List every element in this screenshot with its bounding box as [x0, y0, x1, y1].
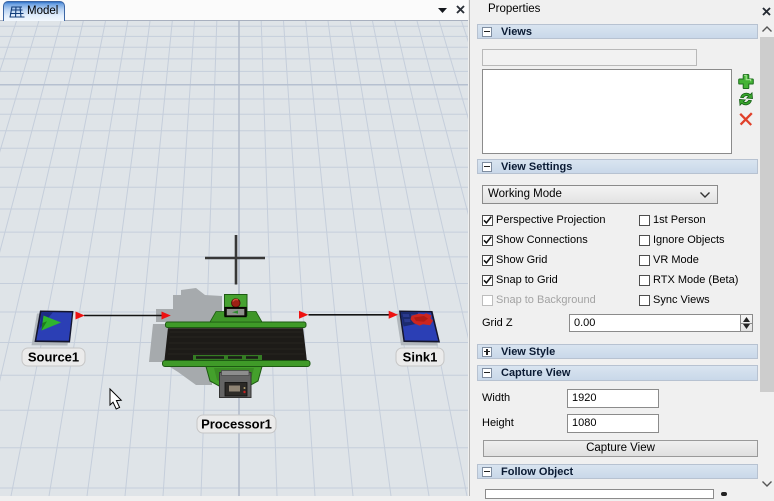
svg-text:Sink1: Sink1: [403, 350, 438, 365]
svg-text:Processor1: Processor1: [201, 417, 272, 432]
svg-text:Source1: Source1: [28, 350, 79, 365]
